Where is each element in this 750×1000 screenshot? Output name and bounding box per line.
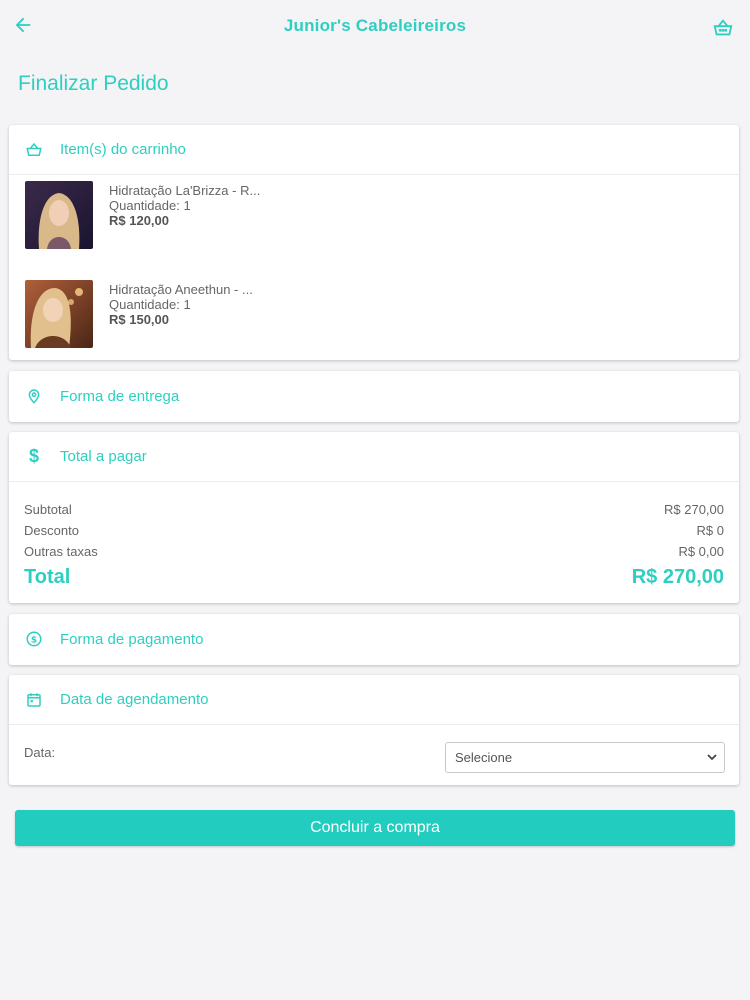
schedule-header[interactable]: Data de agendamento [9, 675, 739, 725]
delivery-card[interactable]: Forma de entrega [9, 371, 739, 422]
date-select[interactable]: Selecione [445, 742, 725, 773]
discount-label: Desconto [24, 523, 79, 538]
fees-label: Outras taxas [24, 544, 98, 559]
calendar-icon [24, 690, 44, 710]
subtotal-label: Subtotal [24, 502, 72, 517]
basket-icon[interactable] [712, 17, 734, 39]
subtotal-value: R$ 270,00 [664, 502, 724, 517]
discount-value: R$ 0 [696, 523, 724, 538]
dollar-icon: $ [28, 446, 39, 466]
total-label: Total [24, 566, 71, 588]
app-title: Junior's Cabeleireiros [283, 16, 467, 35]
checkout-button[interactable]: Concluir a compra [15, 810, 735, 846]
cart-item[interactable]: Hidratação La'Brizza - R... Quantidade: … [25, 181, 260, 249]
fees-row: Outras taxas R$ 0,00 [24, 544, 724, 559]
cart-item[interactable]: Hidratação Aneethun - ... Quantidade: 1 … [25, 280, 253, 348]
item-quantity: Quantidade: 1 [109, 198, 191, 213]
date-select-value: Selecione [455, 750, 513, 765]
item-name: Hidratação Aneethun - ... [109, 282, 253, 297]
fees-value: R$ 0,00 [678, 544, 724, 559]
product-image [25, 280, 93, 348]
cart-items-title: Item(s) do carrinho [60, 141, 186, 158]
dollar-circle-icon: $ [24, 629, 44, 649]
chevron-down-icon [706, 751, 718, 763]
cart-items-header[interactable]: Item(s) do carrinho [9, 125, 739, 175]
schedule-card: Data de agendamento Data: Selecione [9, 675, 739, 785]
page-title: Finalizar Pedido [18, 72, 169, 95]
product-image [25, 181, 93, 249]
payment-title: Forma de pagamento [60, 630, 204, 648]
map-pin-icon [24, 386, 44, 406]
totals-header[interactable]: $ Total a pagar [9, 432, 739, 482]
date-label: Data: [24, 745, 56, 760]
top-bar: Junior's Cabeleireiros [0, 0, 750, 56]
svg-text:$: $ [31, 635, 37, 645]
item-quantity: Quantidade: 1 [109, 297, 191, 312]
basket-icon [24, 140, 44, 160]
payment-card[interactable]: $ Forma de pagamento [9, 614, 739, 665]
schedule-title: Data de agendamento [60, 691, 209, 708]
subtotal-row: Subtotal R$ 270,00 [24, 502, 724, 517]
payment-header[interactable]: $ Forma de pagamento [9, 614, 739, 664]
delivery-title: Forma de entrega [60, 387, 180, 405]
total-value: R$ 270,00 [631, 566, 724, 588]
totals-card: $ Total a pagar Subtotal R$ 270,00 Desco… [9, 432, 739, 603]
cart-items-card: Item(s) do carrinho Hidratação La'Brizza… [9, 125, 739, 360]
discount-row: Desconto R$ 0 [24, 523, 724, 538]
total-row: Total R$ 270,00 [24, 566, 724, 589]
totals-title: Total a pagar [60, 448, 147, 465]
delivery-header[interactable]: Forma de entrega [9, 371, 739, 421]
item-price: R$ 120,00 [109, 213, 169, 228]
item-name: Hidratação La'Brizza - R... [109, 183, 261, 198]
item-price: R$ 150,00 [109, 312, 169, 327]
